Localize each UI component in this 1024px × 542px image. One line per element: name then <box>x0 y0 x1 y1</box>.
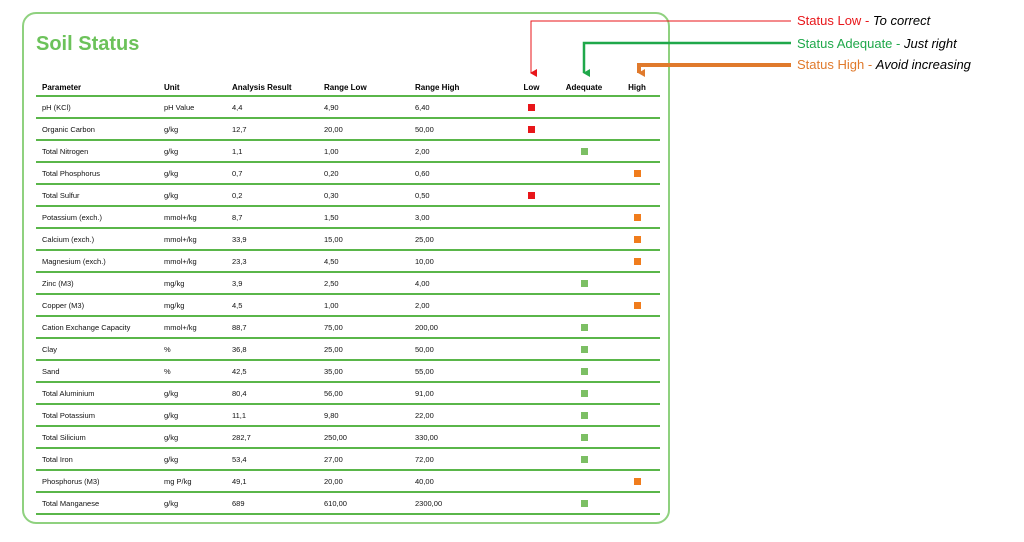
legend-arrows <box>530 20 791 77</box>
arrow-status-adequate <box>582 41 791 77</box>
arrow-status-high <box>637 63 791 77</box>
